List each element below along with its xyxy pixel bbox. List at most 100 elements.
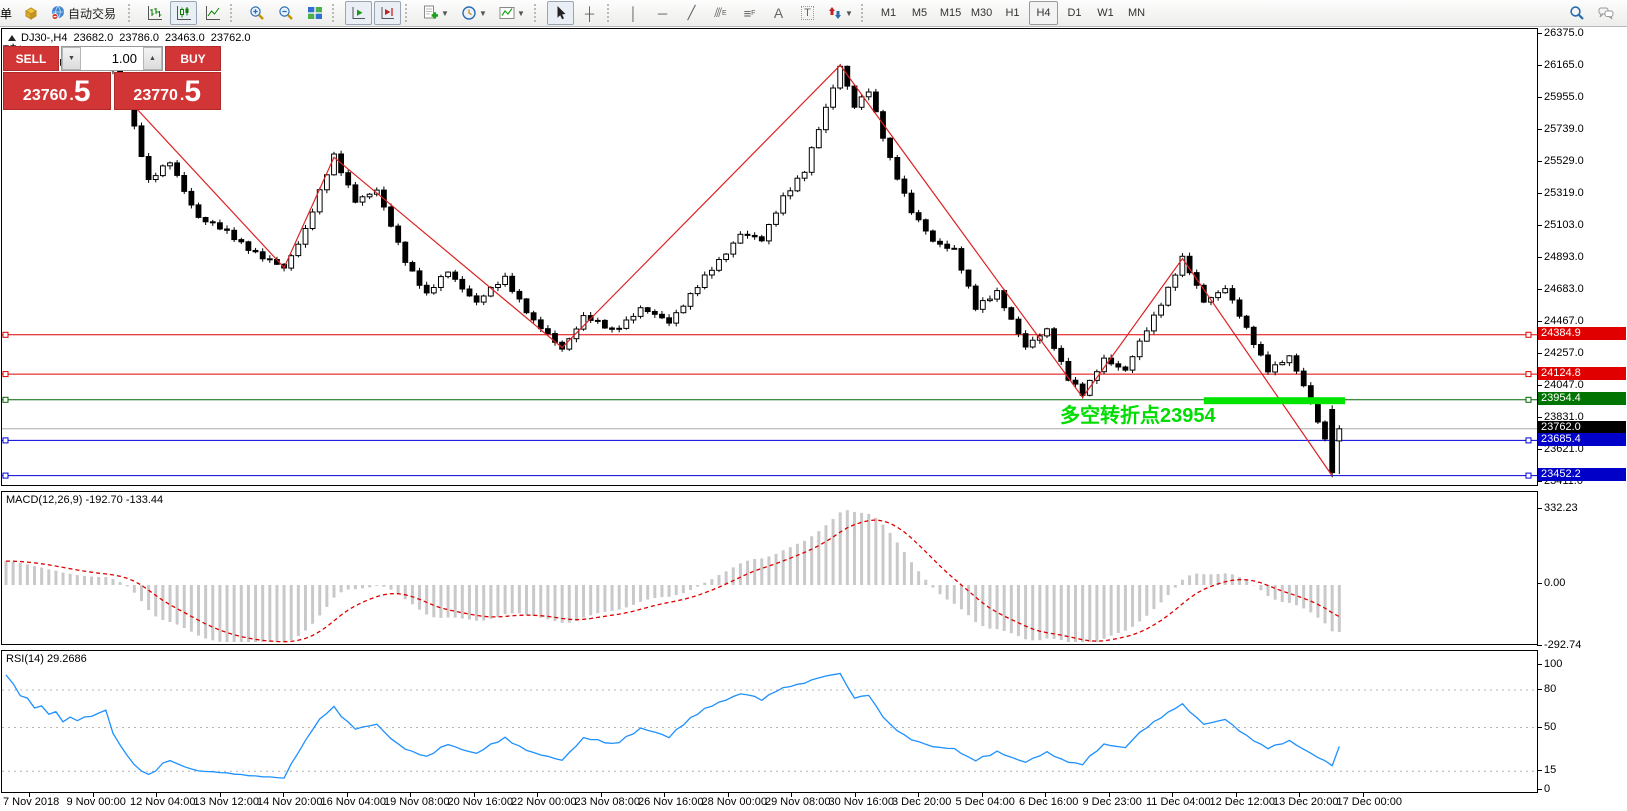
chart-shift-button[interactable]	[374, 1, 401, 25]
bar-chart-button[interactable]	[141, 1, 168, 25]
candle-body	[695, 288, 700, 294]
search-icon	[1569, 5, 1585, 21]
volume-decrease-button[interactable]: ▼	[62, 47, 81, 70]
candle-body	[1301, 371, 1306, 386]
macd-panel[interactable]: MACD(12,26,9) -192.70 -133.44	[1, 491, 1538, 645]
auto-trading-button[interactable]: 自动交易	[46, 1, 124, 25]
price-tick-mark	[1537, 129, 1542, 130]
periods-button[interactable]: ▼	[456, 1, 492, 25]
line-handle[interactable]	[3, 397, 8, 402]
candle-body	[652, 312, 657, 315]
new-order-button[interactable]	[17, 1, 44, 25]
tile-windows-button[interactable]	[301, 1, 328, 25]
toolbar-grip[interactable]	[332, 4, 341, 22]
toolbar-grip[interactable]	[861, 4, 870, 22]
chat-button[interactable]	[1592, 1, 1619, 25]
rsi-line	[6, 674, 1339, 779]
open-value: 23682.0	[73, 32, 113, 44]
crosshair-button[interactable]: ┼	[576, 1, 603, 25]
price-chart-surface[interactable]	[2, 29, 1537, 485]
high-value: 23786.0	[119, 32, 159, 44]
line-handle[interactable]	[1526, 397, 1531, 402]
candle-body	[303, 229, 308, 245]
candle-body	[995, 291, 1000, 300]
line-handle[interactable]	[1526, 473, 1531, 478]
arrows-button[interactable]: ▼	[823, 1, 857, 25]
price-badge: 23685.4	[1538, 433, 1626, 446]
fibonacci-button[interactable]: ≡F	[736, 1, 763, 25]
toolbar-grip[interactable]	[230, 4, 239, 22]
timeframe-m5-button[interactable]: M5	[905, 1, 934, 25]
zoom-out-button[interactable]	[272, 1, 299, 25]
zoom-in-button[interactable]	[243, 1, 270, 25]
zoom-out-icon	[278, 5, 294, 21]
buy-button[interactable]: BUY	[165, 46, 221, 71]
auto-scroll-button[interactable]	[345, 1, 372, 25]
candle-body	[360, 197, 365, 202]
timeframe-d1-button[interactable]: D1	[1060, 1, 1089, 25]
timeframe-m30-button[interactable]: M30	[967, 1, 996, 25]
symbol-timeframe-label: DJ30-,H4	[21, 32, 67, 44]
horizontal-line-button[interactable]: ─	[649, 1, 676, 25]
order-button[interactable]: 单	[0, 5, 14, 22]
time-axis[interactable]: 7 Nov 20189 Nov 00:0012 Nov 04:0013 Nov …	[1, 793, 1537, 811]
rsi-axis-label: 80	[1544, 683, 1556, 695]
volume-input[interactable]: 1.00	[81, 47, 143, 70]
candle-body	[239, 240, 244, 242]
sell-button[interactable]: SELL	[3, 46, 59, 71]
trade-panel-toggle-icon[interactable]	[8, 35, 16, 41]
trendline-button[interactable]: ╱	[678, 1, 705, 25]
search-button[interactable]	[1563, 1, 1590, 25]
candle-body	[838, 66, 843, 88]
macd-axis-label: 0.00	[1544, 577, 1565, 589]
line-handle[interactable]	[3, 438, 8, 443]
trend-segment[interactable]	[1204, 397, 1345, 404]
time-tick-mark	[156, 793, 157, 797]
candle-body	[446, 272, 451, 277]
line-handle[interactable]	[1526, 372, 1531, 377]
timeframe-m15-button[interactable]: M15	[936, 1, 965, 25]
candle-body	[774, 213, 779, 224]
sell-price-button[interactable]: 23760 . 5	[3, 72, 111, 110]
channel-button[interactable]: ⫻E	[707, 1, 734, 25]
toolbar-grip[interactable]	[607, 4, 616, 22]
cursor-button[interactable]	[547, 1, 574, 25]
toolbar-grip[interactable]	[534, 4, 543, 22]
timeframe-mn-button[interactable]: MN	[1122, 1, 1151, 25]
volume-increase-button[interactable]: ▲	[143, 47, 162, 70]
macd-axis-label: -292.74	[1544, 639, 1581, 651]
line-handle[interactable]	[3, 372, 8, 377]
line-chart-button[interactable]	[199, 1, 226, 25]
indicators-button[interactable]: ▼	[418, 1, 454, 25]
text-label-button[interactable]: T	[794, 1, 821, 25]
buy-price-button[interactable]: 23770 . 5	[114, 72, 222, 110]
text-button[interactable]: A	[765, 1, 792, 25]
candle-body	[1173, 275, 1178, 287]
time-tick-mark	[982, 793, 983, 797]
candle-body	[660, 314, 665, 318]
price-tick-label: 25319.0	[1544, 187, 1584, 199]
rsi-surface[interactable]	[2, 651, 1537, 792]
toolbar-grip[interactable]	[128, 4, 137, 22]
main-chart[interactable]: DJ30-,H4 23682.0 23786.0 23463.0 23762.0…	[1, 28, 1538, 486]
line-handle[interactable]	[3, 473, 8, 478]
timeframe-w1-button[interactable]: W1	[1091, 1, 1120, 25]
vertical-line-button[interactable]: │	[620, 1, 647, 25]
timeframe-h4-button[interactable]: H4	[1029, 1, 1058, 25]
line-handle[interactable]	[1526, 438, 1531, 443]
candlestick-chart-button[interactable]	[170, 1, 197, 25]
macd-surface[interactable]	[2, 492, 1537, 644]
timeframe-m1-button[interactable]: M1	[874, 1, 903, 25]
rsi-panel[interactable]: RSI(14) 29.2686	[1, 650, 1538, 793]
auto-trading-label: 自动交易	[68, 5, 116, 22]
price-badge: 24384.9	[1538, 327, 1626, 340]
line-handle[interactable]	[3, 332, 8, 337]
line-chart-icon	[205, 5, 221, 21]
line-handle[interactable]	[1526, 332, 1531, 337]
timeframe-h1-button[interactable]: H1	[998, 1, 1027, 25]
templates-button[interactable]: ▼	[494, 1, 530, 25]
candle-body	[1059, 348, 1064, 361]
price-axis[interactable]: 26375.026165.025955.025739.025529.025319…	[1538, 28, 1627, 793]
toolbar-grip[interactable]	[405, 4, 414, 22]
time-label: 9 Nov 00:00	[67, 796, 126, 808]
